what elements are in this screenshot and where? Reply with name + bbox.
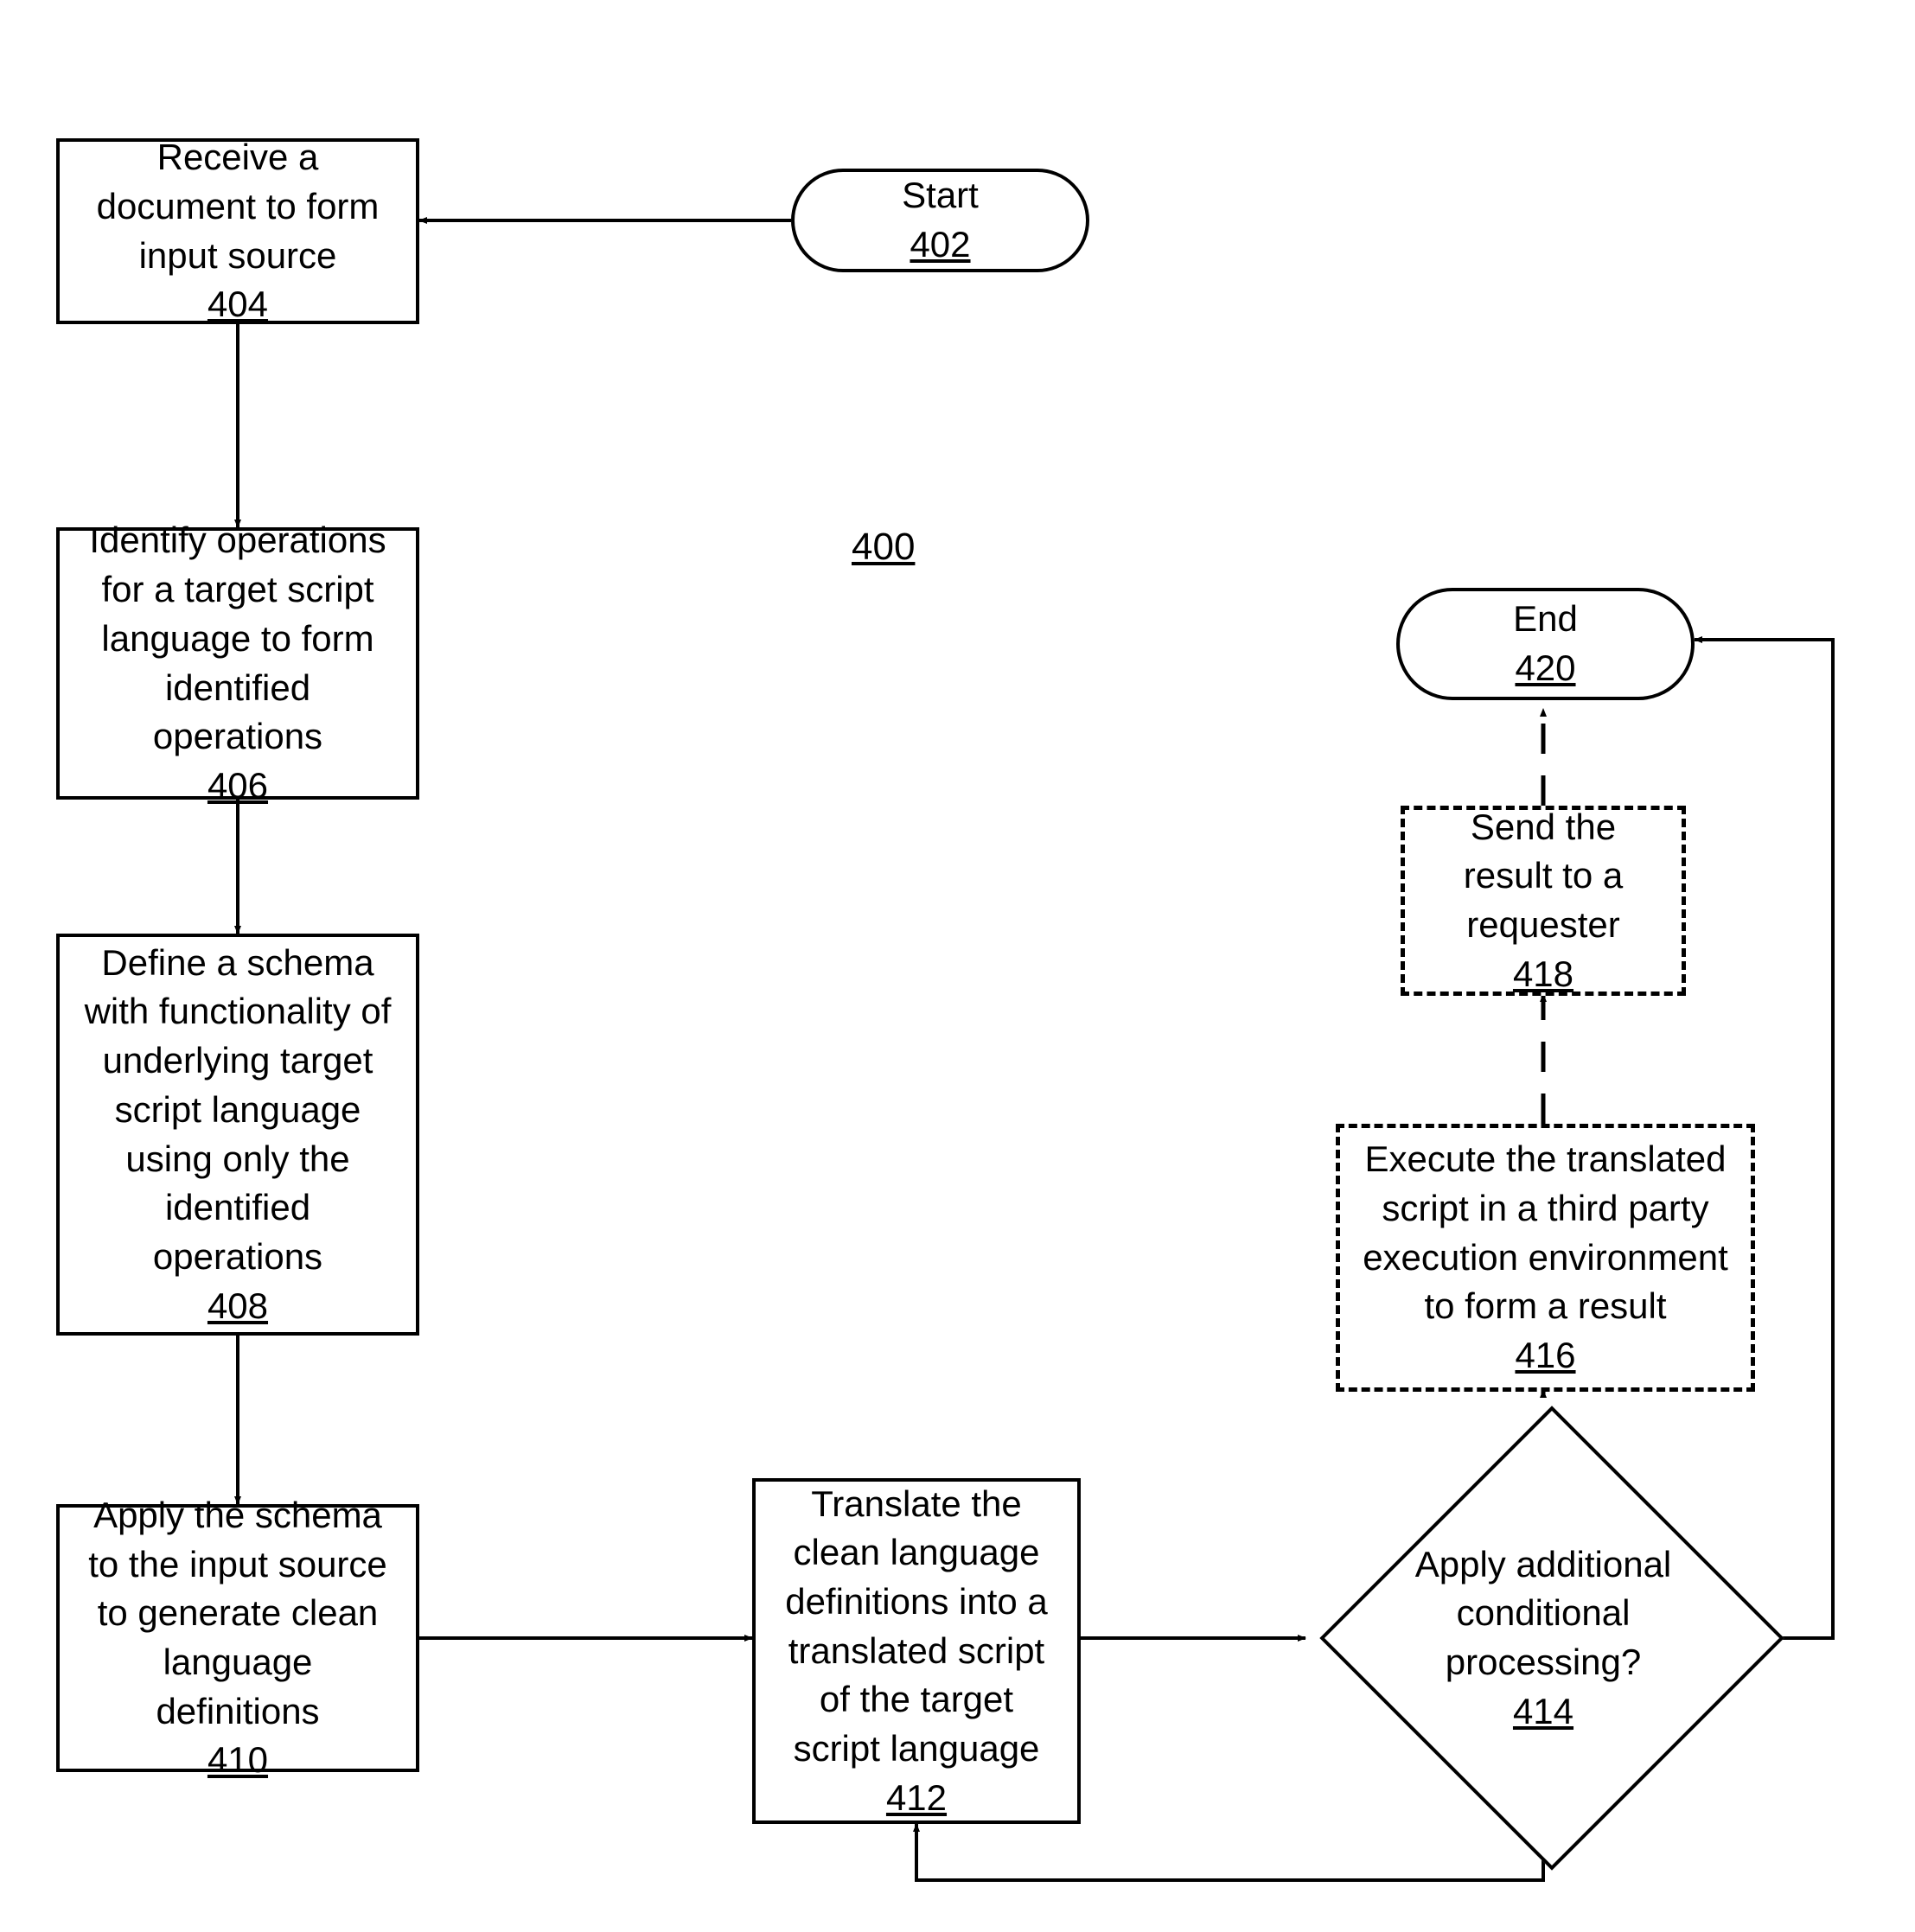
flowchart-canvas: Start 402 Receive a document to form inp…: [0, 0, 1915, 1932]
start-label: Start: [902, 171, 979, 220]
apply-label: Apply the schema to the input source to …: [77, 1491, 399, 1736]
decision-apply-additional: Apply additional conditional processing?…: [1305, 1448, 1781, 1828]
translate-ref: 412: [886, 1774, 947, 1823]
translate-label: Translate the clean language definitions…: [773, 1480, 1060, 1774]
send-label: Send the result to a requester: [1422, 803, 1664, 950]
define-label: Define a schema with functionality of un…: [77, 939, 399, 1282]
receive-label: Receive a document to form input source: [77, 133, 399, 280]
start-ref: 402: [910, 220, 970, 270]
receive-ref: 404: [207, 280, 268, 329]
decision-label: Apply additional conditional processing?: [1366, 1540, 1720, 1687]
end-label: End: [1513, 595, 1578, 644]
decision-ref: 414: [1513, 1687, 1573, 1737]
process-execute: Execute the translated script in a third…: [1336, 1124, 1755, 1392]
process-translate: Translate the clean language definitions…: [752, 1478, 1081, 1824]
end-ref: 420: [1515, 644, 1575, 693]
apply-ref: 410: [207, 1736, 268, 1785]
process-define: Define a schema with functionality of un…: [56, 934, 419, 1336]
identify-label: Identify operations for a target script …: [77, 516, 399, 761]
figure-ref-text: 400: [852, 526, 915, 568]
terminator-end: End 420: [1396, 588, 1695, 700]
process-send: Send the result to a requester 418: [1401, 806, 1686, 996]
process-identify: Identify operations for a target script …: [56, 527, 419, 800]
identify-ref: 406: [207, 762, 268, 811]
process-apply: Apply the schema to the input source to …: [56, 1504, 419, 1772]
figure-reference: 400: [852, 526, 915, 569]
execute-ref: 416: [1515, 1331, 1575, 1380]
process-receive: Receive a document to form input source …: [56, 138, 419, 324]
execute-label: Execute the translated script in a third…: [1357, 1135, 1733, 1331]
send-ref: 418: [1513, 950, 1573, 999]
define-ref: 408: [207, 1282, 268, 1331]
terminator-start: Start 402: [791, 169, 1089, 272]
